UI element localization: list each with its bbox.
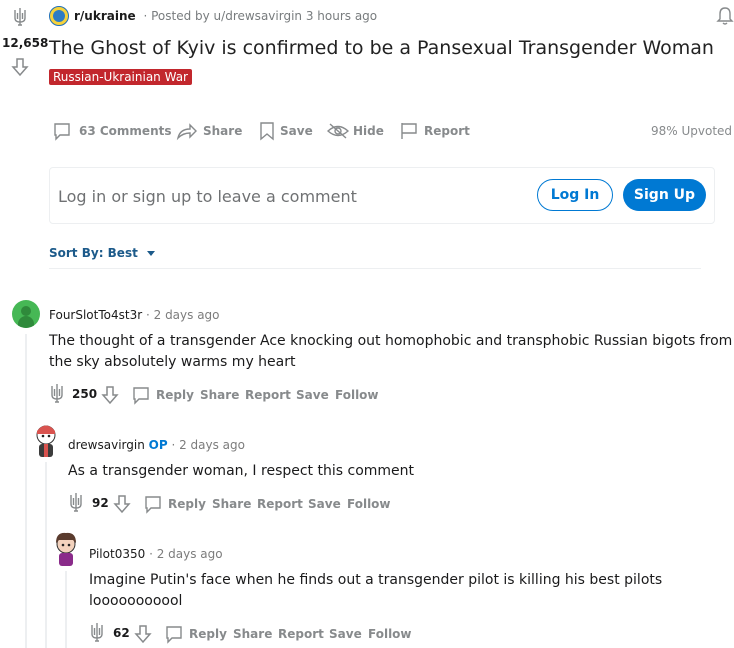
comment-author[interactable]: Pilot0350: [89, 547, 145, 561]
sort-dropdown[interactable]: Sort By: Best: [49, 246, 156, 260]
signup-button[interactable]: Sign Up: [623, 179, 706, 211]
report-button[interactable]: Report: [278, 627, 324, 641]
share-button[interactable]: Share: [203, 124, 242, 138]
comment-time: · 2 days ago: [145, 308, 220, 322]
upvoted-ratio: 98% Upvoted: [651, 124, 733, 138]
thread-line[interactable]: [25, 334, 27, 648]
share-button[interactable]: Share: [212, 497, 251, 511]
avatar[interactable]: [32, 422, 60, 458]
comment-text-line: The thought of a transgender Ace knockin…: [49, 333, 733, 349]
reply-comment-icon[interactable]: [164, 624, 184, 644]
downvote-icon[interactable]: [134, 624, 152, 644]
reply-comment-icon[interactable]: [143, 494, 163, 514]
downvote-icon[interactable]: [101, 385, 119, 405]
divider: [49, 268, 701, 269]
avatar[interactable]: [12, 300, 40, 328]
thread-line[interactable]: [65, 571, 67, 648]
comment-author-line: FourSlotTo4st3r · 2 days ago: [49, 308, 220, 322]
comment-score: 62: [113, 626, 130, 640]
save-button[interactable]: Save: [296, 388, 329, 402]
report-button[interactable]: Report: [257, 497, 303, 511]
save-button[interactable]: Save: [329, 627, 362, 641]
reply-button[interactable]: Reply: [168, 497, 206, 511]
comment-text-line: As a transgender woman, I respect this c…: [68, 463, 415, 479]
comment-text-line: the sky absolutely warms my heart: [49, 354, 296, 370]
login-button[interactable]: Log In: [537, 179, 613, 211]
comment-text-line: looooooooool: [89, 593, 183, 609]
avatar[interactable]: [52, 531, 80, 567]
share-icon[interactable]: [176, 121, 198, 141]
comment-author[interactable]: FourSlotTo4st3r: [49, 308, 142, 322]
comment-score: 92: [92, 496, 109, 510]
comment-text-line: Imagine Putin's face when he finds out a…: [89, 572, 663, 588]
share-button[interactable]: Share: [233, 627, 272, 641]
reply-comment-icon[interactable]: [131, 385, 151, 405]
upvote-trident-icon[interactable]: [89, 622, 105, 644]
comment-author-line: drewsavirgin OP · 2 days ago: [68, 438, 245, 452]
save-button[interactable]: Save: [308, 497, 341, 511]
post-title[interactable]: The Ghost of Kyiv is confirmed to be a P…: [49, 37, 714, 59]
report-button[interactable]: Report: [424, 124, 470, 138]
comment-icon[interactable]: [52, 121, 72, 141]
reply-button[interactable]: Reply: [189, 627, 227, 641]
comment-prompt: Log in or sign up to leave a comment: [58, 187, 357, 206]
op-badge: OP: [148, 438, 168, 452]
comment-text: As a transgender woman, I respect this c…: [68, 461, 414, 482]
subreddit-avatar[interactable]: [49, 6, 69, 26]
downvote-icon[interactable]: [11, 57, 29, 77]
hide-button[interactable]: Hide: [353, 124, 384, 138]
comment-login-box: Log in or sign up to leave a comment Log…: [49, 167, 715, 224]
subreddit-name[interactable]: r/ukraine: [74, 9, 136, 23]
notification-bell-icon[interactable]: [716, 6, 734, 26]
hide-eye-icon[interactable]: [327, 122, 349, 140]
save-bookmark-icon[interactable]: [258, 121, 276, 141]
comment-time: · 2 days ago: [149, 547, 223, 561]
post-flair[interactable]: Russian-Ukrainian War: [49, 69, 192, 85]
upvote-trident-icon[interactable]: [49, 383, 65, 405]
post-meta: r/ukraine · Posted by u/drewsavirgin 3 h…: [74, 9, 377, 23]
upvote-trident-icon[interactable]: [12, 7, 28, 27]
comment-score: 250: [72, 387, 98, 401]
comment-author[interactable]: drewsavirgin: [68, 438, 145, 452]
share-button[interactable]: Share: [200, 388, 239, 402]
report-flag-icon[interactable]: [399, 121, 419, 141]
comment-text: The thought of a transgender Ace knockin…: [49, 331, 732, 373]
comment-text: Imagine Putin's face when he finds out a…: [89, 570, 662, 612]
thread-line[interactable]: [45, 462, 47, 648]
save-button[interactable]: Save: [280, 124, 313, 138]
report-button[interactable]: Report: [245, 388, 291, 402]
posted-by: · Posted by u/drewsavirgin 3 hours ago: [143, 9, 378, 23]
comments-button[interactable]: 63 Comments: [79, 124, 172, 138]
post-score: 12,658: [2, 36, 49, 50]
follow-button[interactable]: Follow: [368, 627, 412, 641]
follow-button[interactable]: Follow: [347, 497, 391, 511]
follow-button[interactable]: Follow: [335, 388, 379, 402]
downvote-icon[interactable]: [113, 494, 131, 514]
reply-button[interactable]: Reply: [156, 388, 194, 402]
sort-label: Sort By: Best: [49, 246, 138, 260]
upvote-trident-icon[interactable]: [68, 492, 84, 514]
comment-time: · 2 days ago: [171, 438, 245, 452]
chevron-down-icon: [147, 251, 156, 256]
comment-author-line: Pilot0350 · 2 days ago: [89, 547, 223, 561]
